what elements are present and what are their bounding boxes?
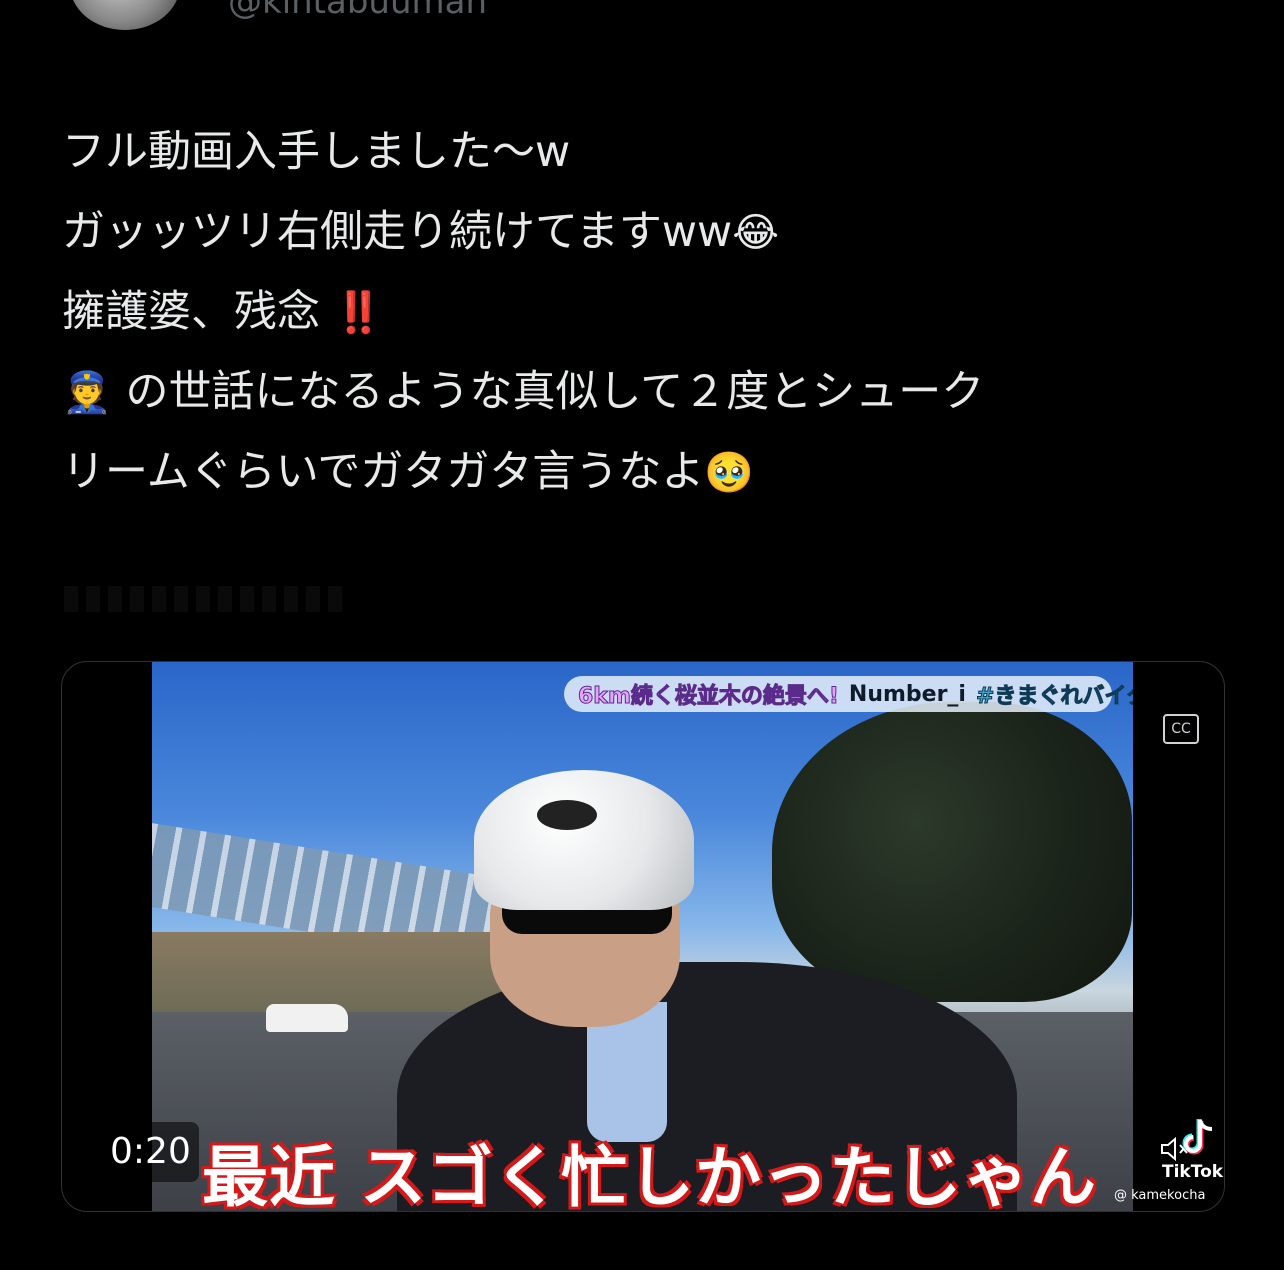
video-card[interactable]: 6km続く桜並木の絶景へ! Number_i #きまぐれバイク旅 最近 スゴく忙…	[61, 661, 1225, 1212]
closed-captions-icon[interactable]: CC	[1163, 714, 1199, 744]
tweet-line-2: ガッッツリ右側走り続けてますww😂	[62, 207, 779, 257]
program-banner: 6km続く桜並木の絶景へ! Number_i #きまぐれバイク旅	[564, 676, 1133, 712]
tree-cluster	[772, 702, 1132, 1002]
tiktok-logo-icon	[1182, 1119, 1213, 1155]
banner-hashtag: #きまぐれバイク旅	[975, 684, 1133, 710]
tiktok-watermark: TikTok	[1162, 1162, 1224, 1182]
laughing-tears-emoji-icon: 😂	[732, 210, 779, 256]
video-caption: 最近 スゴく忙しかったじゃん	[202, 1139, 1097, 1211]
tiktok-username: @ kamekocha	[1114, 1188, 1206, 1203]
police-officer-emoji-icon: 👮	[62, 370, 112, 416]
video-time: 0:20	[102, 1122, 199, 1182]
tweet-line-5: リームぐらいでガタガタ言うなよ🥹	[62, 447, 755, 497]
white-helmet	[474, 770, 694, 910]
banner-title: 6km続く桜並木の絶景へ!	[578, 684, 840, 710]
tweet-line-1: フル動画入手しました〜w	[62, 127, 571, 177]
white-car	[266, 1004, 348, 1032]
video-frame[interactable]: 6km続く桜並木の絶景へ! Number_i #きまぐれバイク旅 最近 スゴく忙…	[152, 662, 1133, 1211]
banner-group-name: Number_i	[848, 681, 966, 707]
double-exclamation-icon: ‼️	[333, 290, 384, 336]
tweet-line-3: 擁護婆、残念 ‼️	[62, 287, 384, 337]
faded-text-line	[64, 586, 344, 612]
tweet-text: フル動画入手しました〜w ガッッツリ右側走り続けてますww😂 擁護婆、残念 ‼️…	[62, 112, 1222, 512]
tweet-line-4: 👮 の世話になるような真似して２度とシューク	[62, 367, 985, 417]
avatar[interactable]	[70, 0, 180, 30]
teary-face-emoji-icon: 🥹	[704, 450, 755, 496]
helmet-logo-icon	[537, 800, 597, 830]
user-handle[interactable]: @kintabuuman	[228, 0, 487, 22]
